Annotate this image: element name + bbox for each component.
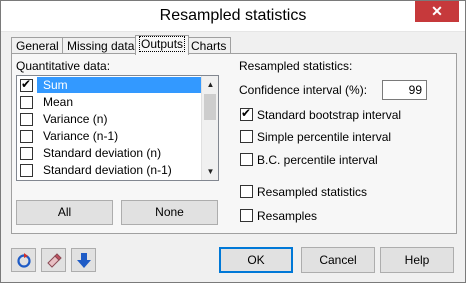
- title-bar: Resampled statistics ✕: [1, 1, 465, 32]
- tab-outputs[interactable]: Outputs: [135, 35, 190, 55]
- dialog-window: Resampled statistics ✕ General Missing d…: [0, 0, 466, 283]
- resampled-statistics-label: Resampled statistics:: [239, 59, 353, 73]
- close-button[interactable]: ✕: [415, 1, 459, 22]
- list-item[interactable]: Standard deviation (n-1): [17, 162, 201, 178]
- scroll-up-icon[interactable]: ▲: [202, 76, 219, 93]
- checkbox-box[interactable]: [240, 106, 253, 121]
- list-item[interactable]: Variance (n-1): [17, 128, 201, 144]
- checkbox-box[interactable]: [240, 209, 253, 222]
- eraser-icon: [47, 253, 62, 268]
- list-item[interactable]: Sum: [17, 77, 201, 93]
- quantitative-list[interactable]: Sum Mean Variance (n) Variance (n-1) Sta…: [16, 75, 219, 181]
- window-title: Resampled statistics: [159, 7, 307, 24]
- tab-missing-data[interactable]: Missing data: [62, 37, 140, 54]
- confidence-interval-input[interactable]: 99: [382, 80, 427, 100]
- checkbox-box[interactable]: [240, 153, 253, 166]
- cancel-button[interactable]: Cancel: [301, 247, 375, 273]
- scroll-thumb[interactable]: [204, 94, 216, 120]
- move-down-button[interactable]: [71, 248, 96, 272]
- clear-button[interactable]: [41, 248, 66, 272]
- confidence-interval-label: Confidence interval (%):: [239, 83, 368, 97]
- reset-button[interactable]: [11, 248, 36, 272]
- list-checkbox[interactable]: [20, 147, 33, 160]
- list-checkbox[interactable]: [20, 77, 33, 92]
- checkbox-box[interactable]: [240, 185, 253, 198]
- help-button[interactable]: Help: [380, 247, 454, 273]
- list-checkbox[interactable]: [20, 164, 33, 177]
- list-scrollbar[interactable]: ▲ ▼: [201, 76, 218, 180]
- select-none-button[interactable]: None: [121, 200, 218, 225]
- list-item[interactable]: Standard deviation (n): [17, 145, 201, 161]
- close-icon: ✕: [431, 3, 443, 19]
- select-all-button[interactable]: All: [16, 200, 113, 225]
- scroll-down-icon[interactable]: ▼: [202, 163, 219, 180]
- tab-charts[interactable]: Charts: [186, 37, 232, 54]
- list-item[interactable]: Variance (n): [17, 111, 201, 127]
- checkbox-box[interactable]: [240, 130, 253, 143]
- tab-general[interactable]: General: [11, 37, 64, 54]
- refresh-icon: [17, 253, 31, 268]
- list-checkbox[interactable]: [20, 130, 33, 143]
- list-item[interactable]: Mean: [17, 94, 201, 110]
- arrow-down-icon: [77, 253, 91, 268]
- quantitative-data-label: Quantitative data:: [16, 59, 111, 73]
- list-checkbox[interactable]: [20, 96, 33, 109]
- list-checkbox[interactable]: [20, 113, 33, 126]
- ok-button[interactable]: OK: [219, 247, 293, 273]
